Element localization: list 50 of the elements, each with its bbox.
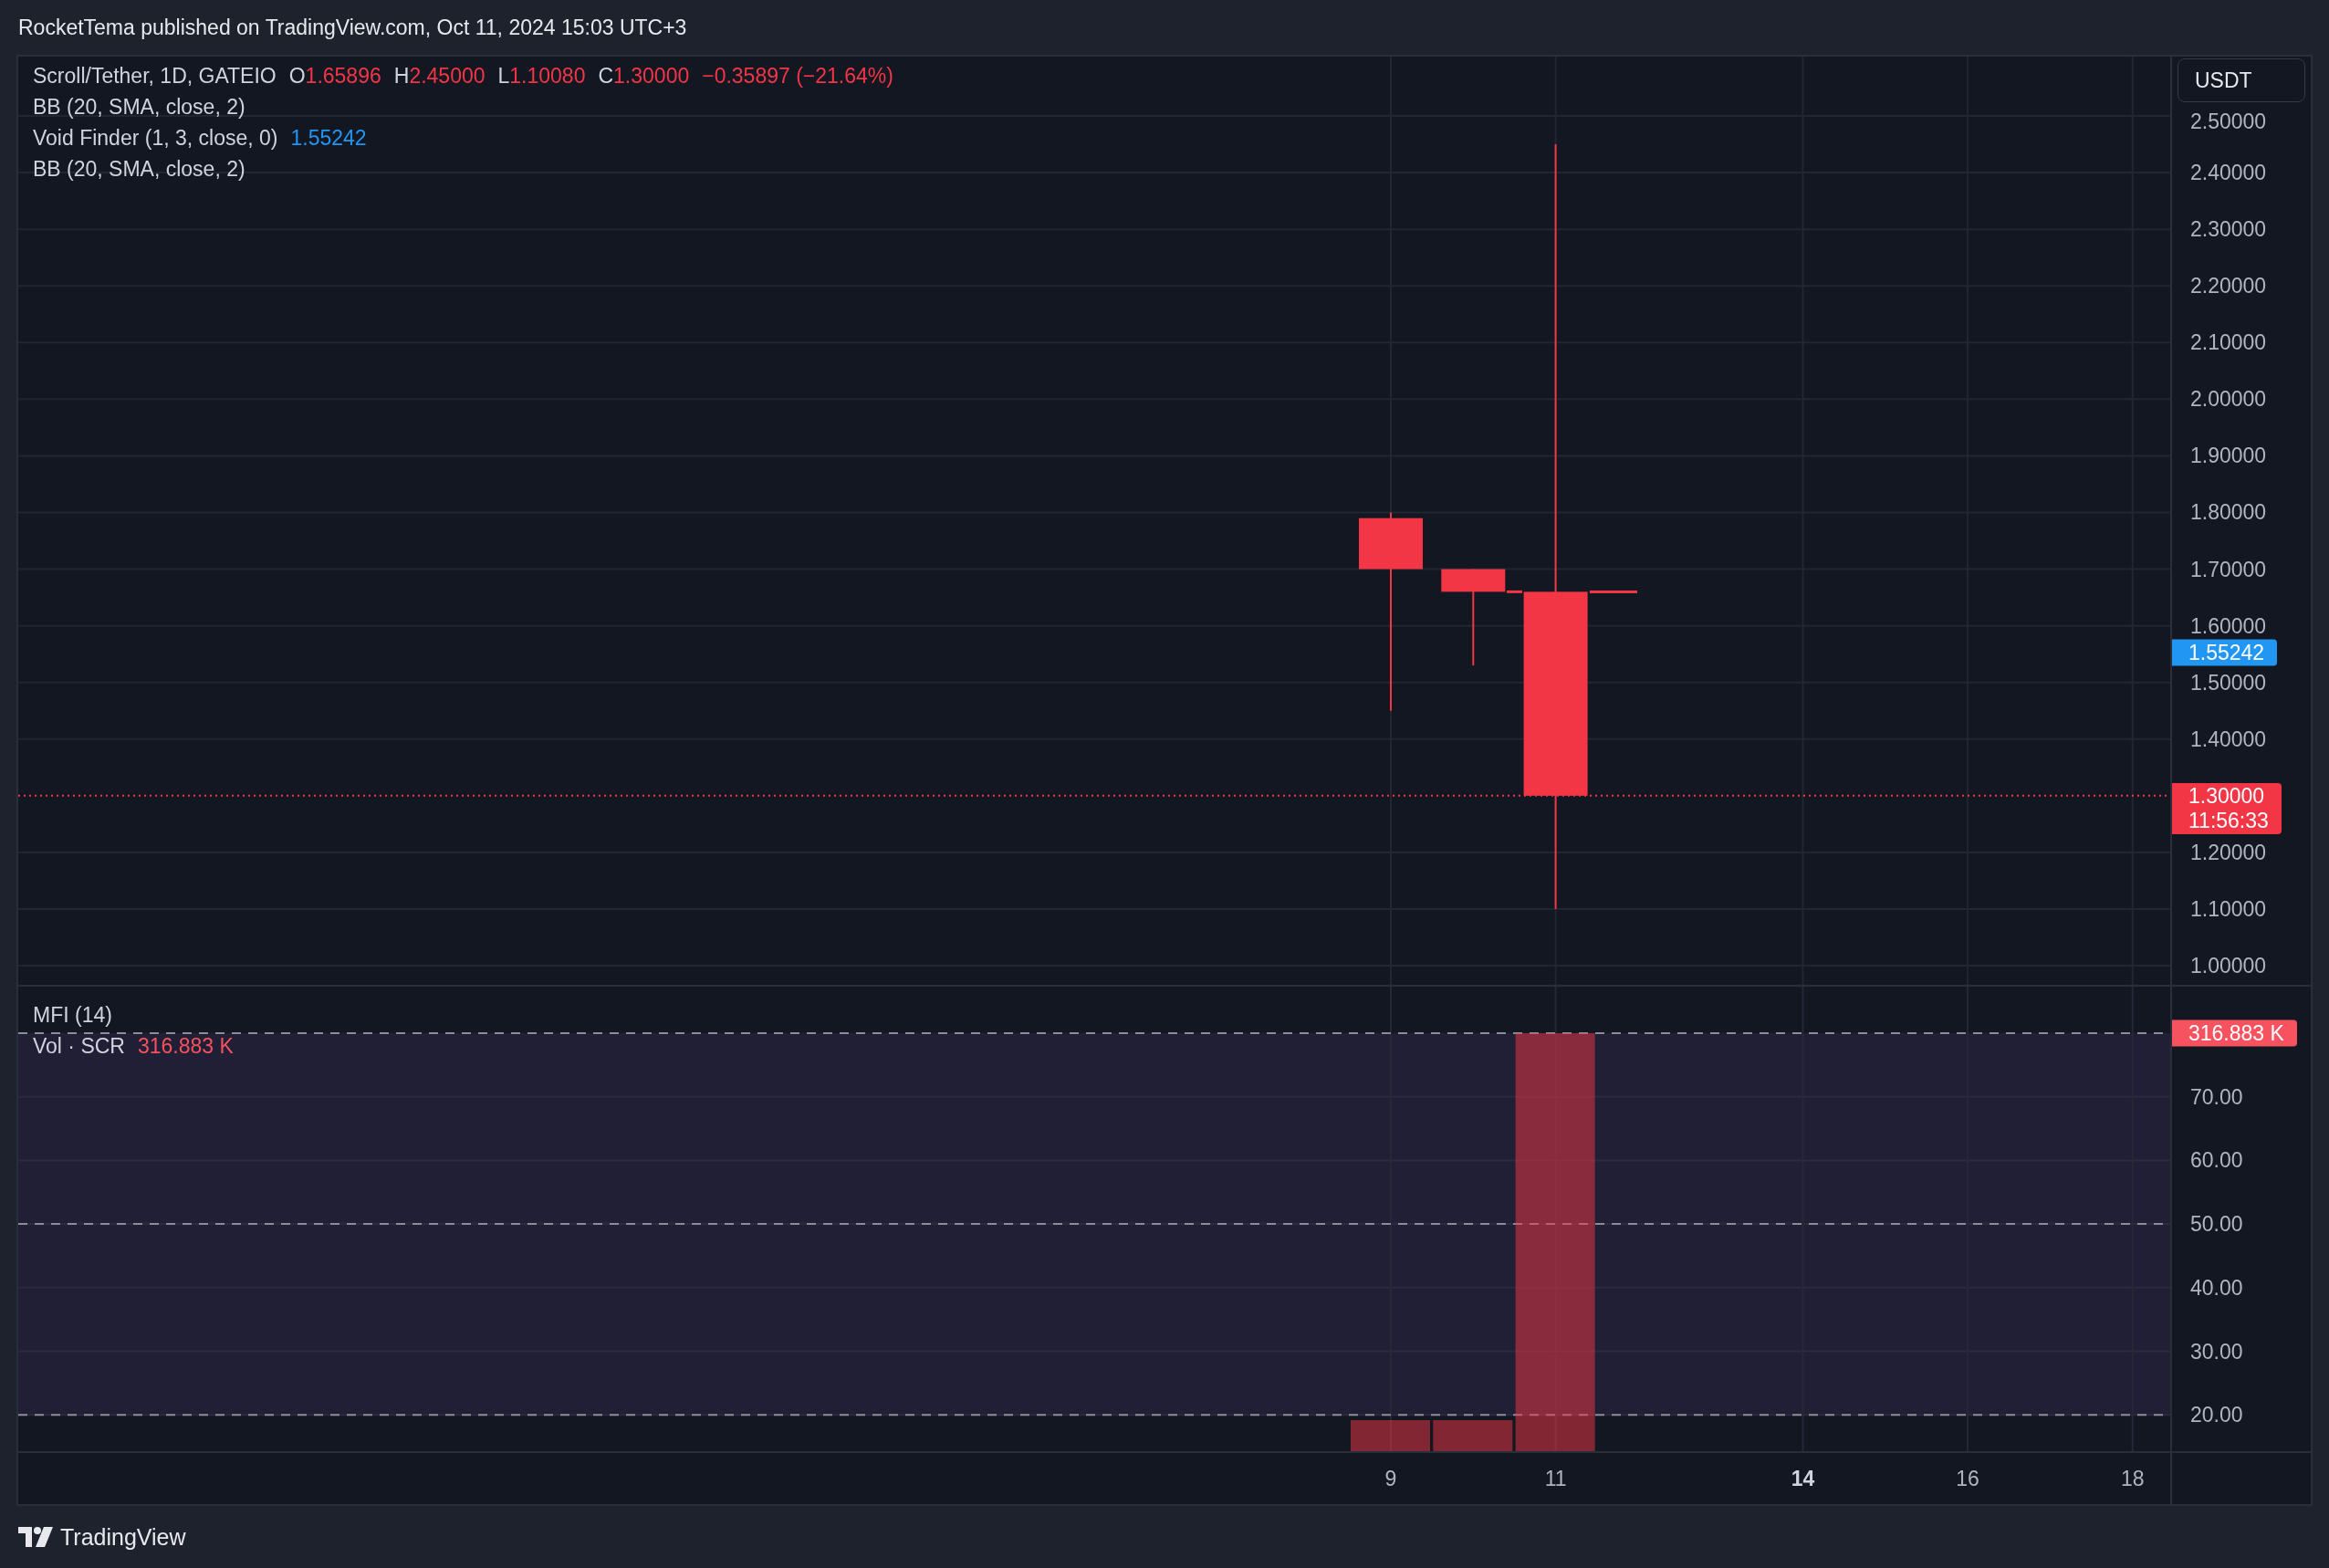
ohlc-label: L <box>497 63 510 89</box>
ohlc-value: 1.10080 <box>509 63 586 89</box>
currency-button[interactable]: USDT <box>2178 58 2305 102</box>
indicator-name: MFI (14) <box>33 1002 112 1029</box>
price-badge: 1.30000 11:56:33 <box>2172 782 2282 834</box>
price-tick: 2.10000 <box>2190 329 2267 355</box>
price-tick: 1.20000 <box>2190 840 2267 865</box>
price-tick: 1.80000 <box>2190 500 2267 525</box>
date-tick: 14 <box>1791 1466 1815 1491</box>
indicator-name: Void Finder (1, 3, close, 0) <box>33 125 278 152</box>
symbol-title: Scroll/Tether, 1D, GATEIO <box>33 63 277 89</box>
date-tick: 11 <box>1544 1466 1567 1491</box>
indicator-name: BB (20, SMA, close, 2) <box>33 156 245 183</box>
indicator-value: 316.883 K <box>138 1033 234 1060</box>
ohlc-label: C <box>598 63 614 89</box>
ohlc-value: 1.30000 <box>613 63 690 89</box>
price-tick: 2.30000 <box>2190 216 2267 242</box>
indicator-value: 1.55242 <box>290 125 367 152</box>
volume-badge: 316.883 K <box>2172 1019 2297 1047</box>
logo-icon <box>18 1527 53 1547</box>
price-tick: 2.20000 <box>2190 273 2267 298</box>
date-tick: 16 <box>1956 1466 1979 1491</box>
price-tick: 2.40000 <box>2190 160 2267 185</box>
price-tick: 1.70000 <box>2190 557 2267 582</box>
date-tick: 18 <box>2120 1466 2145 1491</box>
date-tick: 9 <box>1384 1466 1397 1491</box>
price-tick: 1.50000 <box>2190 670 2267 695</box>
indicator-tick: 30.00 <box>2190 1339 2243 1364</box>
indicator-tick: 70.00 <box>2190 1084 2243 1110</box>
indicator-tick: 20.00 <box>2190 1402 2243 1427</box>
publish-info: RocketTema published on TradingView.com, Oct 11, 2024 15:03 UTC+3 <box>18 15 687 40</box>
brand-name: TradingView <box>60 1523 186 1551</box>
price-tick: 1.00000 <box>2190 953 2267 978</box>
price-tick: 2.50000 <box>2190 109 2267 134</box>
price-tick: 1.60000 <box>2190 613 2267 639</box>
ohlc-value: 1.65896 <box>305 63 381 89</box>
indicator-name: Vol · SCR <box>33 1033 125 1060</box>
price-tick: 2.00000 <box>2190 386 2267 412</box>
price-tick: 1.40000 <box>2190 727 2267 752</box>
price-tick: 1.10000 <box>2190 896 2267 922</box>
price-tick: 1.90000 <box>2190 443 2267 468</box>
price-badge: 1.55242 <box>2172 639 2278 666</box>
ohlc-label: H <box>393 63 410 89</box>
indicator-name: BB (20, SMA, close, 2) <box>33 94 245 120</box>
indicator-tick: 60.00 <box>2190 1147 2243 1173</box>
ohlc-value: 2.45000 <box>409 63 486 89</box>
price-change: −0.35897 (−21.64%) <box>702 63 893 89</box>
indicator-tick: 50.00 <box>2190 1211 2243 1237</box>
indicator-tick: 40.00 <box>2190 1275 2243 1301</box>
ohlc-label: O <box>288 63 306 89</box>
